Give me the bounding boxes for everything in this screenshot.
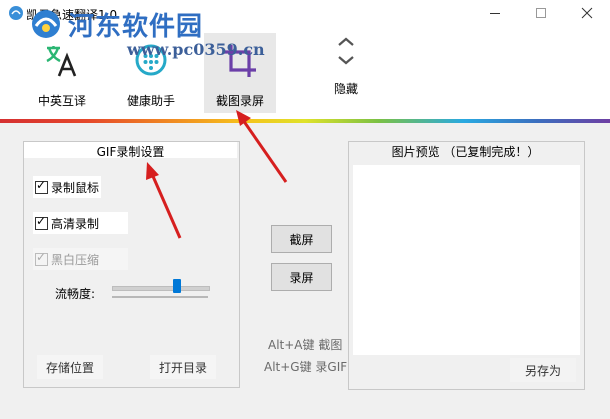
hide-tool-label: 隐藏 xyxy=(333,82,358,96)
expand-collapse-icon xyxy=(338,37,354,65)
image-preview-area xyxy=(353,165,580,355)
smoothness-slider-ticks xyxy=(112,296,208,298)
record-mouse-label: 录制鼠标 xyxy=(51,180,100,195)
gif-settings-title: GIF录制设置 xyxy=(96,145,165,159)
record-button[interactable]: 录屏 xyxy=(271,263,332,291)
smoothness-slider-track[interactable] xyxy=(112,286,210,291)
record-hotkey-hint: Alt+G键 录GIF xyxy=(264,360,348,374)
watermark-logo xyxy=(30,8,62,40)
capture-hotkey-hint: Alt+A键 截图 xyxy=(268,338,343,352)
smoothness-slider-thumb[interactable] xyxy=(172,279,181,293)
close-button[interactable] xyxy=(564,0,610,26)
save-location-button[interactable]: 存储位置 xyxy=(37,355,103,379)
check-icon: ✓ xyxy=(36,213,47,228)
hd-record-label: 高清录制 xyxy=(51,216,100,231)
save-as-button[interactable]: 另存为 xyxy=(510,358,576,382)
app-icon xyxy=(8,5,24,21)
bw-compress-label: 黑白压缩 xyxy=(51,252,100,267)
health-tool-label: 健康助手 xyxy=(126,94,175,108)
rainbow-divider xyxy=(0,119,610,123)
capture-button[interactable]: 截屏 xyxy=(271,225,332,253)
translate-tool-button[interactable]: 中英互译 xyxy=(28,33,96,113)
checkbox-box: ✓ xyxy=(35,249,48,266)
minimize-button[interactable] xyxy=(472,0,518,26)
record-mouse-checkbox[interactable]: ✓ 录制鼠标 xyxy=(33,176,101,198)
hide-tool-button[interactable]: 隐藏 xyxy=(318,33,374,113)
check-icon: ✓ xyxy=(36,249,47,264)
checkbox-box[interactable]: ✓ xyxy=(35,213,48,230)
watermark-url: www.pc0359.cn xyxy=(127,40,265,59)
check-icon: ✓ xyxy=(36,177,47,192)
translate-tool-label: 中英互译 xyxy=(37,94,86,108)
hd-record-checkbox[interactable]: ✓ 高清录制 xyxy=(33,212,128,234)
capture-tool-label: 截图录屏 xyxy=(215,94,264,108)
image-preview-title: 图片预览 （已复制完成！） xyxy=(391,145,540,159)
close-icon xyxy=(581,7,593,19)
open-directory-button[interactable]: 打开目录 xyxy=(150,355,216,379)
smoothness-label: 流畅度: xyxy=(55,287,96,301)
checkbox-box[interactable]: ✓ xyxy=(35,177,48,194)
maximize-button[interactable] xyxy=(518,0,564,26)
translate-icon xyxy=(46,46,77,77)
bw-compress-checkbox: ✓ 黑白压缩 xyxy=(33,248,128,270)
minimize-icon xyxy=(490,13,500,14)
maximize-icon xyxy=(536,8,546,18)
watermark-text: 河东软件园 xyxy=(68,12,204,42)
